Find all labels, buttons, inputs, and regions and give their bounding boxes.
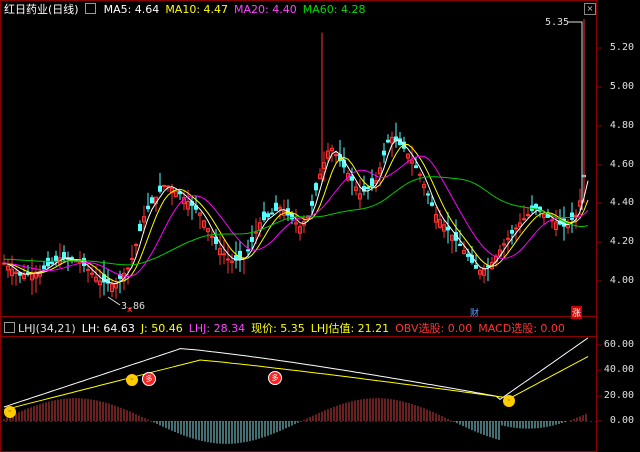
axis-tick: 4.00: [609, 275, 634, 286]
chart-canvas: [0, 0, 602, 452]
candle-body: [86, 268, 90, 271]
candle-body: [522, 218, 526, 221]
candle-body: [510, 229, 514, 234]
stock-title: 红日药业(日线): [4, 3, 79, 16]
settings-box-icon[interactable]: [84, 3, 96, 14]
high-price-label: 5.35: [545, 17, 570, 28]
candle-body: [134, 244, 138, 247]
candle-body: [166, 185, 170, 188]
candle-body: [162, 184, 166, 187]
smile-icon: ᵕ: [503, 395, 515, 407]
candle-body: [254, 231, 258, 234]
chart-window: 红日药业(日线) MA5: 4.64 MA10: 4.47 MA20: 4.40 MA6…: [0, 0, 640, 452]
candle-body: [46, 257, 50, 267]
j-line: [3, 356, 589, 411]
candle-body: [42, 265, 46, 270]
axis-tick: 4.80: [609, 120, 634, 131]
candle-body: [62, 252, 66, 259]
axis-tick: 4.40: [609, 197, 634, 208]
price-value: 现价: 5.35: [251, 322, 305, 335]
candle-body: [418, 173, 422, 176]
candle-body: [146, 205, 150, 210]
candle-body: [534, 204, 538, 209]
duo-badge-icon: 多: [268, 371, 282, 385]
candle-body: [458, 243, 462, 246]
axis-tick: 5.00: [609, 81, 634, 92]
candle-body: [506, 237, 510, 240]
candle-body: [158, 185, 162, 192]
candle-body: [426, 193, 430, 196]
candle-body: [54, 255, 58, 261]
candlestick-series: [2, 19, 586, 299]
candle-body: [150, 197, 154, 204]
candle-body: [126, 267, 130, 270]
candle-body: [350, 176, 354, 181]
candle-body: [50, 261, 54, 264]
indicator-legend: LHJ(34,21) LH: 64.63 J: 50.46 LHJ: 28.34 现价:…: [4, 322, 571, 336]
ma60-label: MA60: 4.28: [302, 3, 366, 16]
main-legend: 红日药业(日线) MA5: 4.64 MA10: 4.47 MA20: 4.40 MA6…: [4, 3, 371, 17]
close-icon[interactable]: ×: [584, 3, 596, 15]
axis-tick: 4.20: [609, 236, 634, 247]
lh-value: LH: 64.63: [81, 322, 135, 335]
ma10-label: MA10: 4.47: [165, 3, 229, 16]
indicator-axis-tick: 60.00: [603, 339, 634, 350]
candle-body: [238, 250, 242, 260]
obv-value: OBV选股: 0.00: [395, 322, 473, 335]
candle-body: [446, 226, 450, 231]
low-pointer-line: [107, 296, 121, 306]
lhj-value: LHJ: 28.34: [188, 322, 246, 335]
indicator-name: LHJ(34,21): [18, 322, 76, 335]
estimate-value: LHJ估值: 21.21: [310, 322, 390, 335]
candle-body: [250, 237, 254, 242]
high-pointer-line: [568, 21, 583, 210]
buy-marker-icon: ✕: [126, 306, 134, 316]
candle-body: [222, 253, 226, 256]
ma20-label: MA20: 4.40: [234, 3, 297, 16]
indicator-axis-tick: 0.00: [609, 415, 634, 426]
candle-body: [226, 258, 230, 261]
candle-body: [382, 150, 386, 156]
candle-body: [262, 211, 266, 221]
candle-body: [130, 257, 134, 260]
candle-body: [310, 201, 314, 206]
ma5-label: MA5: 4.64: [103, 3, 160, 16]
candle-body: [314, 183, 318, 191]
axis-tick: 5.20: [609, 42, 634, 53]
candle-body: [266, 213, 270, 218]
candle-body: [274, 202, 278, 211]
candle-body: [386, 139, 390, 143]
candle-body: [366, 186, 370, 190]
candle-body: [270, 212, 274, 215]
j-value: J: 50.46: [140, 322, 183, 335]
candle-body: [414, 165, 418, 169]
candle-body: [370, 178, 374, 187]
axis-tick: 4.60: [609, 159, 634, 170]
indicator-box-icon[interactable]: [4, 322, 15, 333]
zhang-marker: 涨: [571, 306, 583, 319]
candle-body: [246, 249, 250, 252]
candle-body: [138, 223, 142, 232]
lhj-indicator: [3, 337, 589, 444]
candle-body: [430, 202, 434, 206]
candle-body: [90, 272, 94, 275]
macd-value: MACD选股: 0.00: [478, 322, 565, 335]
candle-body: [570, 212, 574, 220]
smile-icon: ᵕ: [4, 406, 16, 418]
candle-body: [526, 214, 530, 217]
indicator-axis-tick: 40.00: [603, 364, 634, 375]
smile-icon: ᵕ: [126, 374, 138, 386]
candle-body: [474, 264, 478, 269]
candle-body: [210, 235, 214, 238]
candle-body: [26, 272, 30, 275]
indicator-axis-tick: 20.00: [603, 390, 634, 401]
duo-badge-icon: 多: [142, 372, 156, 386]
candle-body: [334, 154, 338, 157]
cai-marker: 财: [470, 309, 480, 319]
candle-body: [514, 227, 518, 230]
candle-body: [466, 253, 470, 257]
